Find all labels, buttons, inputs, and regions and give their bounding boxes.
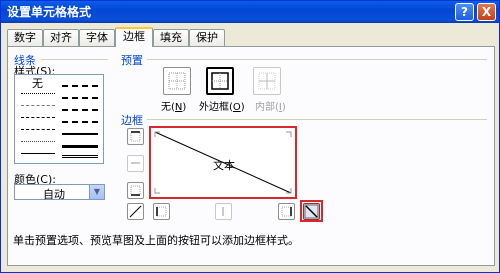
border-diagonal-up-button[interactable]	[127, 203, 144, 220]
border-inside-vertical-button[interactable]	[215, 203, 232, 220]
border-top-button[interactable]	[127, 128, 144, 145]
diagonal-up-icon	[129, 205, 142, 218]
line-group-divider	[41, 59, 108, 60]
line-style-double[interactable]	[62, 155, 98, 158]
tab-fill[interactable]: 填充	[153, 29, 189, 46]
presets-group-label: 预置	[121, 54, 143, 67]
preset-inside-button[interactable]	[253, 67, 281, 95]
preset-outline-button[interactable]	[206, 67, 234, 95]
border-bottom-button[interactable]	[127, 182, 144, 199]
line-style-medium-dash-dot-dot[interactable]	[62, 85, 98, 87]
border-right-icon	[281, 206, 292, 217]
title-bar: 设置单元格格式 ? X	[1, 1, 499, 23]
line-style-medium-dashed[interactable]	[62, 121, 98, 123]
tab-alignment[interactable]: 对齐	[43, 29, 79, 46]
color-dropdown[interactable]: 自动 ▼	[14, 184, 105, 201]
preset-inside-label: 内部(I)	[255, 102, 286, 113]
preset-outline-icon	[211, 72, 229, 90]
border-bottom-icon	[130, 185, 141, 196]
line-style-hair[interactable]	[21, 105, 55, 106]
line-style-medium[interactable]	[62, 133, 98, 135]
border-inside-horizontal-icon	[131, 162, 140, 164]
preset-outline-label: 外边框(O)	[199, 102, 245, 113]
line-style-dotted[interactable]	[21, 93, 55, 94]
line-style-dashed[interactable]	[21, 129, 55, 130]
tab-font[interactable]: 字体	[79, 29, 115, 46]
tab-border[interactable]: 边框	[115, 27, 153, 47]
line-style-thin[interactable]	[21, 153, 55, 154]
border-preview[interactable]: 文本	[149, 126, 297, 199]
border-right-button[interactable]	[278, 203, 295, 220]
preset-none-button[interactable]	[163, 67, 191, 95]
preset-none-icon	[168, 72, 186, 90]
border-top-icon	[130, 131, 141, 142]
border-left-button[interactable]	[153, 203, 170, 220]
border-left-icon	[156, 206, 167, 217]
line-style-dash-dot[interactable]	[21, 117, 55, 118]
line-style-medium-dash-dot[interactable]	[62, 109, 98, 111]
format-cells-dialog: 设置单元格格式 ? X 数字 对齐 字体 边框 填充 保护 线条 样式(S): …	[0, 0, 500, 273]
border-inside-vertical-icon	[222, 207, 224, 216]
hint-text: 单击预置选项、预览草图及上面的按钮可以添加边框样式。	[13, 234, 299, 247]
preset-none-label: 无(N)	[161, 102, 187, 113]
tab-protection[interactable]: 保护	[189, 29, 225, 46]
preview-text: 文本	[213, 159, 235, 172]
dialog-title: 设置单元格格式	[7, 5, 92, 19]
line-style-slant-dash-dot[interactable]	[62, 97, 98, 99]
border-inside-horizontal-button[interactable]	[127, 155, 144, 172]
help-button[interactable]: ?	[455, 3, 474, 21]
presets-group-divider	[147, 59, 487, 60]
diagonal-down-icon	[304, 204, 319, 219]
preset-inside-icon	[258, 72, 276, 90]
close-button[interactable]: X	[477, 3, 496, 21]
color-value: 自动	[43, 188, 65, 201]
border-diagonal-down-button[interactable]	[303, 203, 320, 220]
line-style-thick[interactable]	[62, 145, 98, 148]
line-style-list[interactable]: 无	[14, 74, 104, 164]
chevron-down-icon[interactable]: ▼	[89, 185, 104, 199]
border-group-divider	[147, 119, 487, 120]
border-group-label: 边框	[121, 114, 143, 127]
tab-number[interactable]: 数字	[7, 29, 43, 46]
line-style-dotted-fine[interactable]	[21, 141, 55, 142]
line-style-none[interactable]: 无	[32, 75, 43, 91]
